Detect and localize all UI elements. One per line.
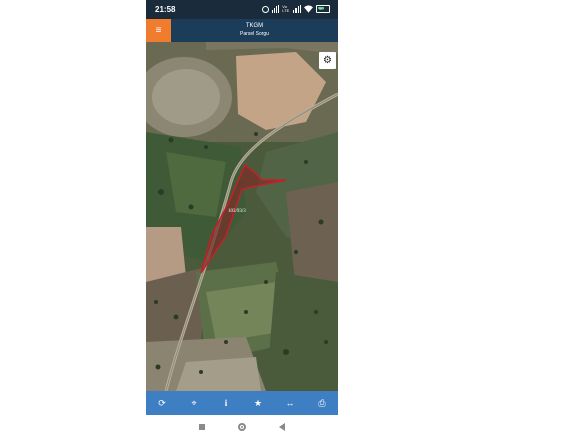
info-button[interactable]: i (214, 391, 238, 415)
favorite-button[interactable]: ★ (246, 391, 270, 415)
volte-label: Vo LTE (282, 4, 290, 13)
status-icons: Vo LTE 50 (261, 4, 330, 14)
info-icon: i (224, 398, 228, 408)
crosshair-icon: ⌖ (191, 397, 197, 408)
measure-icon: ↔ (285, 398, 295, 408)
app-subtitle: Parsel Sorgu (240, 31, 269, 37)
status-bar: 21:58 Vo LTE 50 (146, 0, 338, 19)
hamburger-icon: ≡ (155, 25, 162, 36)
satellite-map[interactable]: 103/93/3 ⚙ (146, 42, 338, 391)
parcel-label: 103/93/3 (228, 209, 246, 214)
gear-icon: ⚙ (323, 55, 332, 66)
app-title: TKGM (245, 23, 264, 29)
app-header: ≡ TKGM Parsel Sorgu (146, 19, 338, 42)
back-button[interactable] (279, 423, 285, 431)
refresh-button[interactable]: ⟳ (150, 391, 174, 415)
menu-button[interactable]: ≡ (146, 19, 171, 42)
android-nav-bar (146, 415, 338, 439)
wifi-icon (304, 5, 313, 13)
print-button[interactable]: ⎙ (310, 391, 334, 415)
bottom-toolbar: ⟳ ⌖ i ★ ↔ ⎙ (146, 391, 338, 415)
status-time: 21:58 (155, 5, 176, 14)
settings-button[interactable]: ⚙ (319, 52, 336, 69)
star-icon: ★ (253, 397, 263, 408)
phone-screen: 21:58 Vo LTE 50 ≡ TKGM Parsel Sorgu 103/… (146, 0, 338, 439)
measure-button[interactable]: ↔ (278, 391, 302, 415)
print-icon: ⎙ (318, 397, 326, 408)
map-imagery: 103/93/3 (146, 42, 338, 391)
recents-button[interactable] (199, 424, 205, 430)
home-button[interactable] (238, 423, 246, 431)
battery-icon: 50 (316, 5, 330, 13)
battery-level: 50 (319, 6, 324, 11)
locate-button[interactable]: ⌖ (182, 391, 206, 415)
refresh-icon: ⟳ (158, 397, 166, 408)
alarm-icon (261, 5, 269, 13)
signal-icon (271, 5, 280, 13)
signal-icon (293, 5, 301, 13)
